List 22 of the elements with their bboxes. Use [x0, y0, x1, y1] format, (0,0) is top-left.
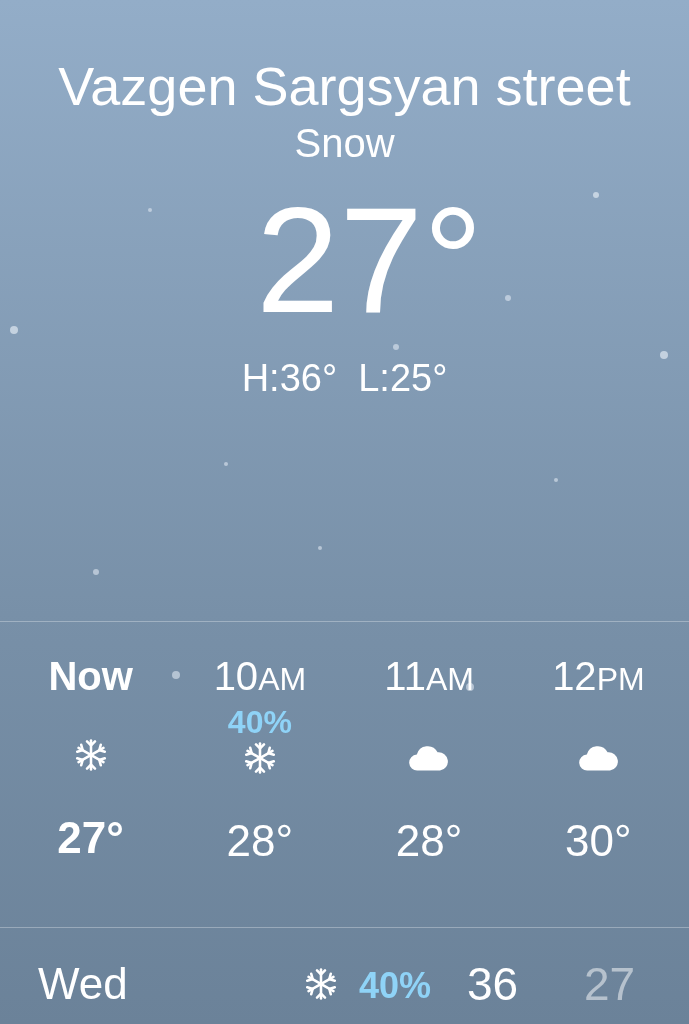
condition-text: Snow — [294, 120, 395, 167]
hour-temperature: 27° — [57, 812, 124, 864]
location-name: Vazgen Sargsyan street — [58, 56, 631, 116]
high-low-text: H:36° L:25° — [241, 356, 448, 401]
low-temperature: 27 — [584, 958, 636, 1010]
precipitation-chance: 40% — [227, 703, 292, 741]
hour-temperature: 28° — [226, 815, 294, 867]
hour-label: 11AM — [384, 653, 474, 700]
hour-label: 10AM — [213, 653, 307, 700]
hour-label: 12PM — [552, 653, 645, 700]
hour-temperature: 28° — [395, 815, 463, 867]
cloud-icon — [408, 745, 450, 771]
snowflake-icon — [74, 739, 107, 771]
snowflake-icon — [305, 968, 337, 1000]
cloud-icon — [577, 745, 620, 771]
snowflake-icon — [243, 742, 276, 774]
high-temperature: 36 — [467, 958, 519, 1010]
precipitation-chance: 40% — [359, 964, 432, 1008]
hour-temperature: 30° — [565, 815, 632, 867]
hour-label: Now — [48, 653, 133, 700]
current-temperature: 27° — [255, 175, 483, 345]
day-label: Wed — [38, 958, 128, 1010]
